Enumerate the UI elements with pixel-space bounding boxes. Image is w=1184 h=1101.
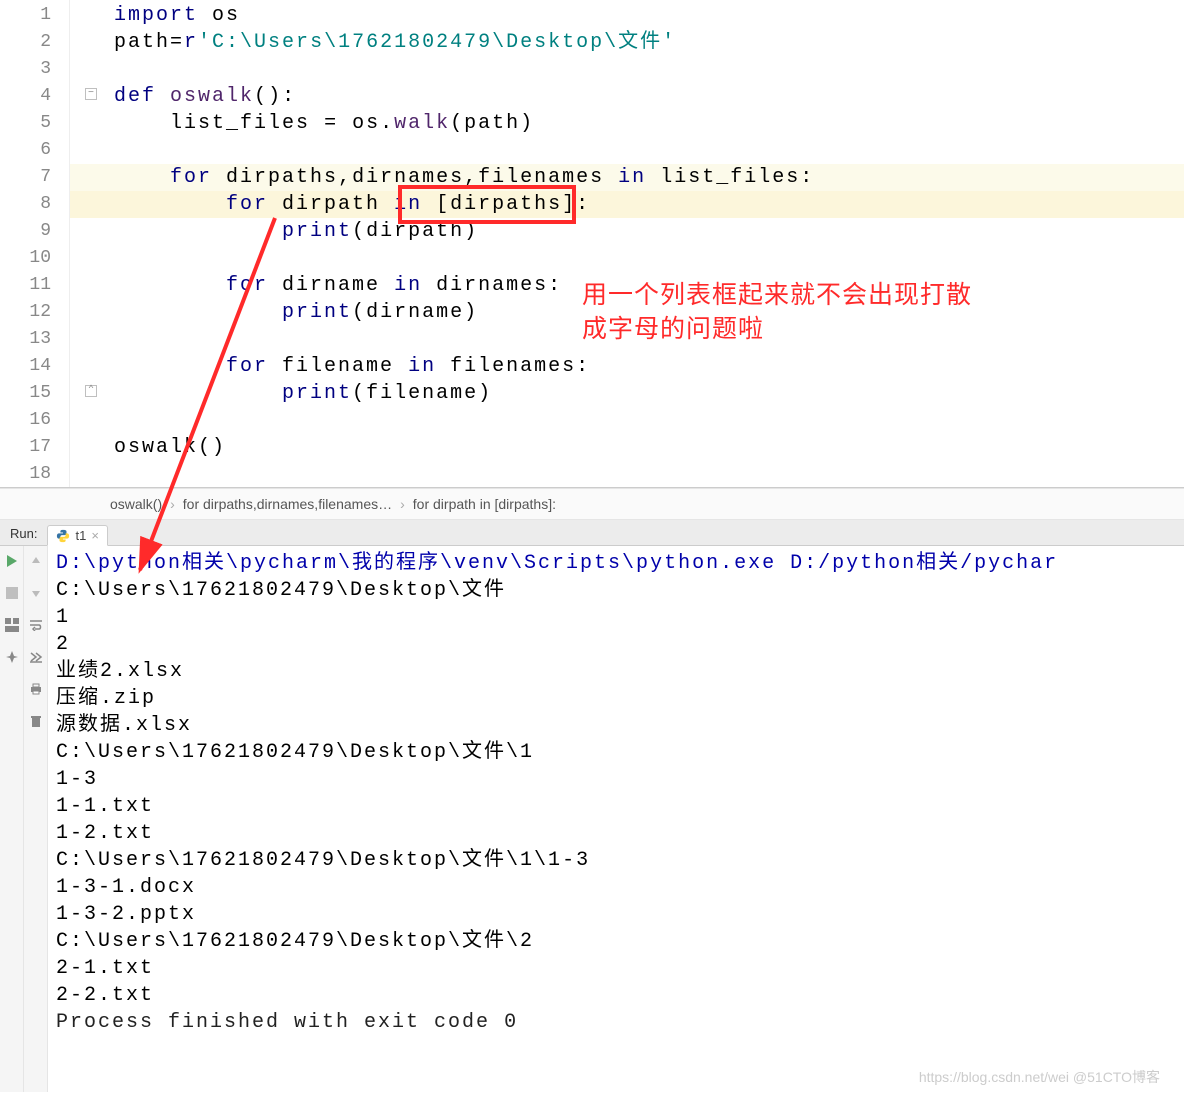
- breadcrumb-item[interactable]: for dirpath in [dirpaths]:: [413, 496, 556, 512]
- code-line: for filename in filenames:: [70, 353, 1184, 380]
- highlight-box: [398, 185, 576, 224]
- line-number: 15: [0, 380, 69, 407]
- line-number: 10: [0, 245, 69, 272]
- layout-button[interactable]: [3, 616, 21, 634]
- run-button[interactable]: [3, 552, 21, 570]
- breadcrumb: oswalk() › for dirpaths,dirnames,filenam…: [0, 488, 1184, 520]
- line-number: 12: [0, 299, 69, 326]
- console-cmd-line: D:\python相关\pycharm\我的程序\venv\Scripts\py…: [56, 550, 1184, 577]
- code-line: path=r'C:\Users\17621802479\Desktop\文件': [70, 29, 1184, 56]
- line-number: 17: [0, 434, 69, 461]
- console-line: 2: [56, 631, 1184, 658]
- line-number: 13: [0, 326, 69, 353]
- console-line: 1-2.txt: [56, 820, 1184, 847]
- print-button[interactable]: [27, 680, 45, 698]
- soft-wrap-button[interactable]: [27, 616, 45, 634]
- console-exit-line: Process finished with exit code 0: [56, 1009, 1184, 1036]
- up-button[interactable]: [27, 552, 45, 570]
- code-line: [70, 407, 1184, 434]
- code-line: print(dirpath): [70, 218, 1184, 245]
- console-line: C:\Users\17621802479\Desktop\文件: [56, 577, 1184, 604]
- chevron-right-icon: ›: [170, 496, 175, 512]
- breadcrumb-item[interactable]: for dirpaths,dirnames,filenames…: [183, 496, 392, 512]
- console-line: 2-2.txt: [56, 982, 1184, 1009]
- code-line: list_files = os.walk(path): [70, 110, 1184, 137]
- code-line: [70, 461, 1184, 487]
- code-line: oswalk(): [70, 434, 1184, 461]
- line-number: 18: [0, 461, 69, 488]
- close-icon[interactable]: ×: [91, 528, 99, 543]
- line-number: 3: [0, 56, 69, 83]
- watermark: https://blog.csdn.net/wei @51CTO博客: [919, 1067, 1160, 1087]
- stop-button[interactable]: [3, 584, 21, 602]
- scroll-to-end-button[interactable]: [27, 648, 45, 666]
- console-line: 1-3-1.docx: [56, 874, 1184, 901]
- code-line: [70, 137, 1184, 164]
- console-line: 2-1.txt: [56, 955, 1184, 982]
- line-number: 14: [0, 353, 69, 380]
- line-number: 7: [0, 164, 69, 191]
- line-number: 6: [0, 137, 69, 164]
- code-area[interactable]: import os path=r'C:\Users\17621802479\De…: [70, 0, 1184, 487]
- line-number: 5: [0, 110, 69, 137]
- line-number: 16: [0, 407, 69, 434]
- run-panel: D:\python相关\pycharm\我的程序\venv\Scripts\py…: [0, 546, 1184, 1092]
- run-header: Run: t1 ×: [0, 520, 1184, 546]
- line-number: 1: [0, 2, 69, 29]
- console-line: 业绩2.xlsx: [56, 658, 1184, 685]
- code-line: import os: [70, 2, 1184, 29]
- chevron-right-icon: ›: [400, 496, 405, 512]
- code-line: for dirpaths,dirnames,filenames in list_…: [70, 164, 1184, 191]
- console-line: 压缩.zip: [56, 685, 1184, 712]
- code-line: def oswalk():: [70, 83, 1184, 110]
- pin-button[interactable]: [3, 648, 21, 666]
- line-number: 9: [0, 218, 69, 245]
- code-line: [70, 56, 1184, 83]
- code-line: print(filename): [70, 380, 1184, 407]
- run-toolbar-primary: [0, 546, 24, 1092]
- run-label: Run:: [0, 526, 47, 545]
- breadcrumb-item[interactable]: oswalk(): [110, 496, 162, 512]
- code-line: [70, 245, 1184, 272]
- down-button[interactable]: [27, 584, 45, 602]
- python-icon: [56, 529, 70, 543]
- line-number: 2: [0, 29, 69, 56]
- code-editor[interactable]: 1 2 3 4 5 6 7 8 9 10 11 12 13 14 15 16 1…: [0, 0, 1184, 488]
- line-number: 11: [0, 272, 69, 299]
- console-line: C:\Users\17621802479\Desktop\文件\1\1-3: [56, 847, 1184, 874]
- code-line-current: for dirpath in [dirpaths]:: [70, 191, 1184, 218]
- run-tab[interactable]: t1 ×: [47, 525, 107, 546]
- run-toolbar-secondary: [24, 546, 48, 1092]
- console-line: 1-1.txt: [56, 793, 1184, 820]
- console-line: C:\Users\17621802479\Desktop\文件\1: [56, 739, 1184, 766]
- console-line: 1-3: [56, 766, 1184, 793]
- console-line: 1-3-2.pptx: [56, 901, 1184, 928]
- console-output[interactable]: D:\python相关\pycharm\我的程序\venv\Scripts\py…: [48, 546, 1184, 1092]
- line-number: 4: [0, 83, 69, 110]
- line-gutter: 1 2 3 4 5 6 7 8 9 10 11 12 13 14 15 16 1…: [0, 0, 70, 487]
- run-tab-label: t1: [75, 528, 86, 543]
- console-line: 1: [56, 604, 1184, 631]
- console-line: 源数据.xlsx: [56, 712, 1184, 739]
- trash-button[interactable]: [27, 712, 45, 730]
- console-line: C:\Users\17621802479\Desktop\文件\2: [56, 928, 1184, 955]
- annotation-text: 用一个列表框起来就不会出现打散 成字母的问题啦: [582, 278, 972, 346]
- line-number: 8: [0, 191, 69, 218]
